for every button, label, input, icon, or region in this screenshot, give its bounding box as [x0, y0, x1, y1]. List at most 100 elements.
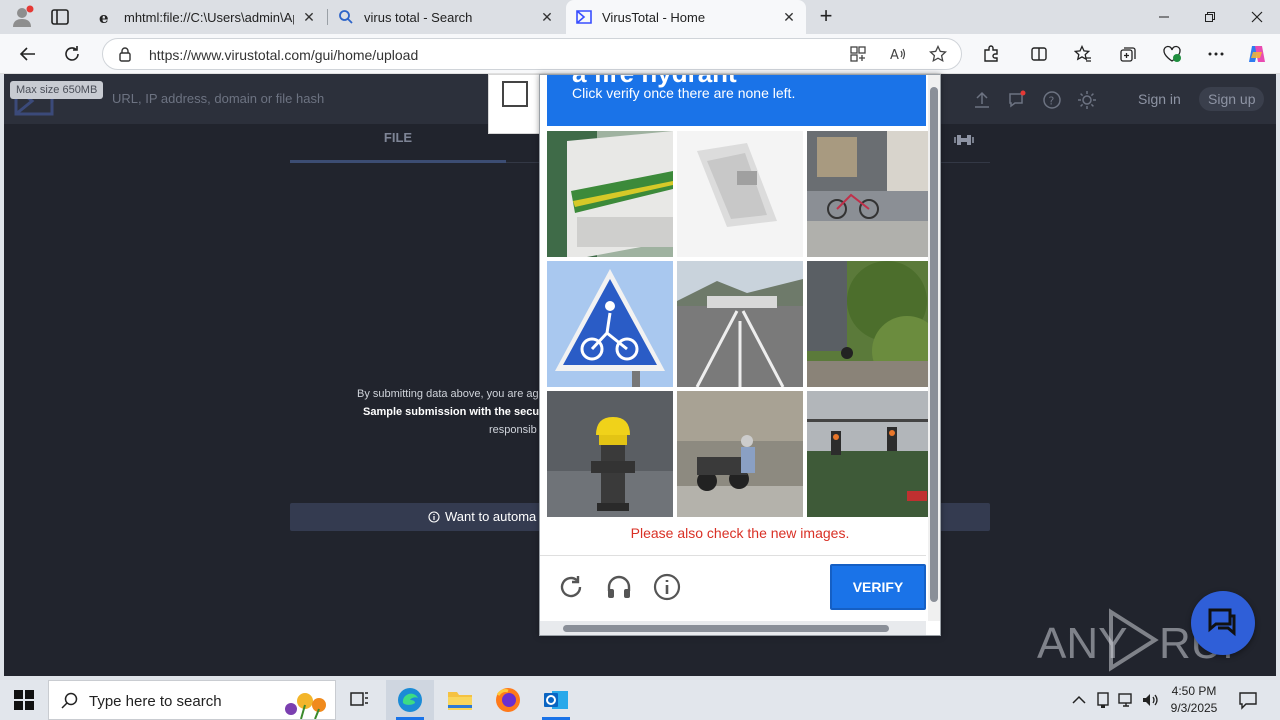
- heartbeat-icon: [1163, 45, 1181, 62]
- favorites-icon: [1074, 45, 1091, 62]
- search-highlight-flowers-icon: [285, 693, 326, 719]
- vt-search-input[interactable]: URL, IP address, domain or file hash: [112, 91, 324, 106]
- captcha-tile-9[interactable]: [807, 391, 933, 517]
- outlook-icon: [544, 691, 568, 709]
- refresh-icon: [65, 46, 79, 61]
- captcha-vertical-scrollbar[interactable]: [928, 75, 940, 621]
- restore-button[interactable]: [1187, 0, 1233, 34]
- bicycle-crossing-sign-image: [547, 261, 673, 387]
- collections-button[interactable]: [1116, 42, 1140, 66]
- address-bar[interactable]: https://www.virustotal.com/gui/home/uplo…: [102, 38, 962, 70]
- taskbar-search-placeholder: Type here to search: [89, 693, 222, 710]
- back-arrow-icon: [19, 47, 35, 61]
- responsibility-text: responsib: [489, 424, 537, 436]
- volume-icon[interactable]: [1141, 691, 1159, 709]
- captcha-tile-4[interactable]: [547, 261, 673, 387]
- task-view-icon: [350, 692, 368, 706]
- captcha-tile-2[interactable]: [677, 131, 803, 257]
- captcha-footer-divider: [540, 555, 926, 556]
- lock-icon[interactable]: [117, 46, 133, 62]
- browser-essentials-button[interactable]: [1160, 42, 1184, 66]
- close-icon: [1251, 11, 1263, 23]
- captcha-checkbox[interactable]: [502, 81, 528, 107]
- close-window-button[interactable]: [1234, 0, 1280, 34]
- taskbar-file-explorer[interactable]: [436, 680, 484, 720]
- captcha-tile-5[interactable]: [677, 261, 803, 387]
- copilot-button[interactable]: [1245, 42, 1269, 66]
- minimize-button[interactable]: [1141, 0, 1187, 34]
- split-screen-button[interactable]: [1027, 42, 1051, 66]
- traffic-lights-image: [807, 391, 933, 517]
- windows-start-icon[interactable]: [14, 690, 34, 710]
- captcha-tile-8[interactable]: [677, 391, 803, 517]
- sample-submission-text: Sample submission with the secu: [363, 406, 540, 418]
- taskbar-firefox[interactable]: [484, 680, 532, 720]
- taskbar-search-box[interactable]: Type here to search: [48, 680, 336, 720]
- favorite-star-icon[interactable]: [929, 45, 947, 63]
- close-tab-icon[interactable]: ✕: [782, 10, 796, 24]
- tray-device-icon[interactable]: [1094, 691, 1112, 709]
- app-available-icon[interactable]: [849, 45, 867, 63]
- read-aloud-icon[interactable]: A: [889, 45, 907, 63]
- url-text: https://www.virustotal.com/gui/home/uplo…: [149, 47, 419, 63]
- favorites-button[interactable]: [1071, 42, 1095, 66]
- task-view-button[interactable]: [336, 680, 384, 720]
- svg-text:A: A: [890, 48, 899, 63]
- virustotal-icon: [576, 10, 592, 24]
- close-tab-icon[interactable]: ✕: [302, 10, 316, 24]
- chat-button[interactable]: [1191, 591, 1255, 655]
- minimize-icon: [1159, 16, 1169, 18]
- firefox-icon: [496, 688, 520, 712]
- captcha-horizontal-scrollbar[interactable]: [540, 621, 926, 635]
- blurry-sign-image: [677, 131, 803, 257]
- tab-label: virus total - Search: [364, 9, 473, 25]
- network-icon[interactable]: [1117, 691, 1135, 709]
- windows-taskbar: Type here to search 4:50 PM 9/3/2025: [0, 680, 1280, 720]
- tab-actions-icon[interactable]: [48, 6, 72, 28]
- captcha-tile-3[interactable]: [807, 131, 933, 257]
- sign-in-link[interactable]: Sign in: [1138, 91, 1181, 107]
- reload-icon[interactable]: [557, 573, 585, 601]
- tab-virustotal-home[interactable]: VirusTotal - Home ✕: [566, 0, 806, 34]
- notifications-icon[interactable]: [1007, 90, 1027, 110]
- back-button[interactable]: [16, 42, 40, 66]
- audio-challenge-icon[interactable]: [605, 573, 633, 601]
- bicycles-storefront-image: [807, 131, 933, 257]
- show-hidden-icons-chevron-icon[interactable]: [1070, 691, 1088, 709]
- sign-up-button[interactable]: Sign up: [1199, 87, 1265, 111]
- taskbar-outlook[interactable]: [532, 680, 580, 720]
- new-tab-button[interactable]: +: [814, 5, 838, 29]
- taskbar-clock[interactable]: 4:50 PM 9/3/2025: [1164, 683, 1224, 717]
- tab-label: mhtml:file://C:\Users\admin\AppData: [124, 9, 294, 25]
- browser-tab-strip: e mhtml:file://C:\Users\admin\AppData ✕ …: [0, 0, 1280, 34]
- search-tab-icon[interactable]: [954, 131, 974, 149]
- tab-file[interactable]: FILE: [290, 130, 506, 145]
- notification-center-icon[interactable]: [1238, 690, 1258, 710]
- split-screen-icon: [1031, 47, 1047, 61]
- captcha-checkbox-frame: [488, 74, 540, 134]
- upload-icon[interactable]: [972, 90, 992, 110]
- tab-mhtml-file[interactable]: e mhtml:file://C:\Users\admin\AppData ✕: [88, 0, 326, 34]
- search-icon: [61, 692, 78, 709]
- max-size-tooltip: Max size 650MB: [10, 81, 104, 99]
- more-options-icon: [1208, 52, 1224, 56]
- info-icon[interactable]: [653, 573, 681, 601]
- captcha-tile-7[interactable]: [547, 391, 673, 517]
- taskbar-edge[interactable]: [386, 680, 434, 720]
- fire-hydrant-image: [547, 391, 673, 517]
- profile-icon[interactable]: [10, 5, 34, 29]
- settings-more-button[interactable]: [1204, 42, 1228, 66]
- help-icon[interactable]: ?: [1042, 90, 1062, 110]
- refresh-button[interactable]: [60, 42, 84, 66]
- theme-toggle-icon[interactable]: [1077, 90, 1097, 110]
- scrollbar-thumb[interactable]: [930, 87, 938, 602]
- extensions-button[interactable]: [979, 42, 1003, 66]
- captcha-tile-6[interactable]: [807, 261, 933, 387]
- captcha-instruction: Click verify once there are none left.: [572, 85, 796, 101]
- captcha-tile-1[interactable]: [547, 131, 673, 257]
- close-tab-icon[interactable]: ✕: [540, 10, 554, 24]
- verify-button[interactable]: VERIFY: [830, 564, 926, 610]
- scrollbar-thumb[interactable]: [563, 625, 889, 632]
- browser-toolbar: https://www.virustotal.com/gui/home/uplo…: [0, 34, 1280, 74]
- tab-virus-total-search[interactable]: virus total - Search ✕: [328, 0, 564, 34]
